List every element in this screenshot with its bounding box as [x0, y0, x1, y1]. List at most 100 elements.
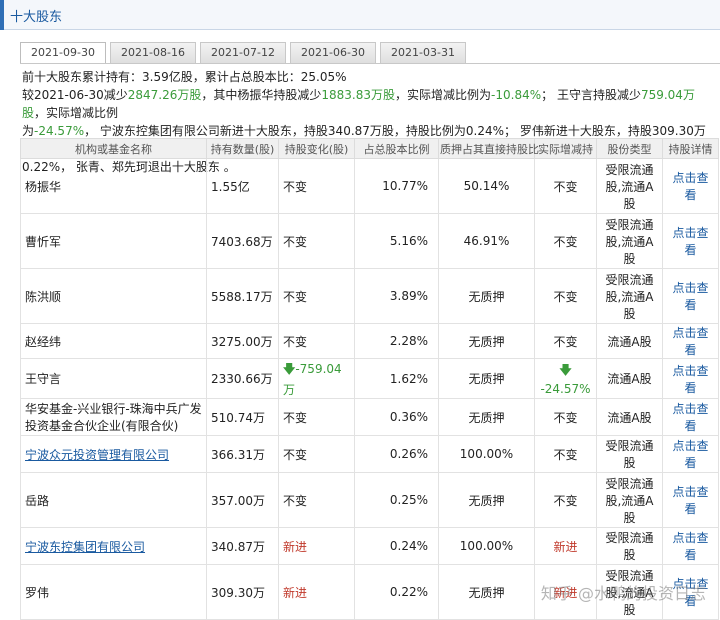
- cell-actual-value: -24.57%: [540, 382, 590, 396]
- cell-pct: 0.25%: [355, 473, 439, 528]
- summary-text-part: ，实际增减比例为: [395, 88, 491, 102]
- summary-text-part: 前十大股东累计持有：: [22, 70, 142, 84]
- cell-actual: 不变: [535, 269, 597, 324]
- cell-pct: 5.16%: [355, 214, 439, 269]
- cell-change: 不变: [279, 436, 355, 473]
- summary-value-green: -24.57%: [34, 124, 84, 138]
- cell-qty: 2330.66万: [207, 359, 279, 399]
- cell-change: 不变: [279, 324, 355, 359]
- detail-link[interactable]: 点击查看: [663, 269, 719, 324]
- cell-change: 不变: [279, 473, 355, 528]
- watermark-text: 知乎 @水鸭的投资日志: [541, 580, 706, 604]
- detail-link[interactable]: 点击查看: [663, 159, 719, 214]
- cell-pledge: 46.91%: [439, 214, 535, 269]
- summary-line-2: 较2021-06-30减少2847.26万股，其中杨振华持股减少1883.83万…: [22, 86, 718, 122]
- cell-actual: 不变: [535, 159, 597, 214]
- tab-2021-06-30[interactable]: 2021-06-30: [290, 42, 376, 64]
- detail-link[interactable]: 点击查看: [663, 436, 719, 473]
- cell-change: 不变: [279, 269, 355, 324]
- shareholders-table: 机构或基金名称 持有数量(股) 持股变化(股) 占总股本比例 质押占其直接持股比…: [20, 138, 719, 620]
- cell-actual: 新进: [535, 528, 597, 565]
- cell-type: 受限流通股,流通A股: [597, 269, 663, 324]
- summary-text-part: ，实际增减比例: [34, 106, 118, 120]
- cell-type: 流通A股: [597, 399, 663, 436]
- cell-change: 不变: [279, 159, 355, 214]
- tab-2021-08-16[interactable]: 2021-08-16: [110, 42, 196, 64]
- detail-link[interactable]: 点击查看: [663, 399, 719, 436]
- cell-pct: 0.22%: [355, 565, 439, 620]
- cell-pledge: 无质押: [439, 269, 535, 324]
- cell-qty: 1.55亿: [207, 159, 279, 214]
- cell-pct: 1.62%: [355, 359, 439, 399]
- cell-qty: 510.74万: [207, 399, 279, 436]
- cell-name: 杨振华: [21, 159, 207, 214]
- col-header-type: 股份类型: [597, 139, 663, 159]
- col-header-pct: 占总股本比例: [355, 139, 439, 159]
- cell-change: 新进: [279, 565, 355, 620]
- cell-name: 王守言: [21, 359, 207, 399]
- cell-type: 受限流通股,流通A股: [597, 159, 663, 214]
- cell-pct: 10.77%: [355, 159, 439, 214]
- table-row: 岳路 357.00万 不变 0.25% 无质押 不变 受限流通股,流通A股 点击…: [21, 473, 719, 528]
- company-link[interactable]: 宁波众元投资管理有限公司: [21, 436, 207, 473]
- cell-qty: 7403.68万: [207, 214, 279, 269]
- detail-link[interactable]: 点击查看: [663, 473, 719, 528]
- cell-change: 不变: [279, 399, 355, 436]
- arrow-down-icon: 🡇: [283, 362, 295, 376]
- table-row: 赵经纬 3275.00万 不变 2.28% 无质押 不变 流通A股 点击查看: [21, 324, 719, 359]
- cell-qty: 340.87万: [207, 528, 279, 565]
- tab-2021-03-31[interactable]: 2021-03-31: [380, 42, 466, 64]
- section-header: 十大股东: [0, 0, 720, 30]
- cell-pct: 2.28%: [355, 324, 439, 359]
- table-row: 曹忻军 7403.68万 不变 5.16% 46.91% 不变 受限流通股,流通…: [21, 214, 719, 269]
- cell-name: 岳路: [21, 473, 207, 528]
- table-row: 王守言 2330.66万 🡇-759.04万 1.62% 无质押 🡇 -24.5…: [21, 359, 719, 399]
- cell-name: 罗伟: [21, 565, 207, 620]
- cell-actual: 不变: [535, 399, 597, 436]
- cell-type: 流通A股: [597, 324, 663, 359]
- table-header-row: 机构或基金名称 持有数量(股) 持股变化(股) 占总股本比例 质押占其直接持股比…: [21, 139, 719, 159]
- cell-name: 曹忻军: [21, 214, 207, 269]
- company-link[interactable]: 宁波东控集团有限公司: [21, 528, 207, 565]
- cell-name: 陈洪顺: [21, 269, 207, 324]
- cell-type: 受限流通股: [597, 528, 663, 565]
- table-row: 宁波众元投资管理有限公司 366.31万 不变 0.26% 100.00% 不变…: [21, 436, 719, 473]
- detail-link[interactable]: 点击查看: [663, 214, 719, 269]
- cell-pledge: 50.14%: [439, 159, 535, 214]
- summary-text-part: ，其中杨振华持股减少: [201, 88, 321, 102]
- summary-value-green: 2847.26万股: [128, 88, 202, 102]
- tab-2021-09-30[interactable]: 2021-09-30: [20, 42, 106, 64]
- table-row: 宁波东控集团有限公司 340.87万 新进 0.24% 100.00% 新进 受…: [21, 528, 719, 565]
- col-header-change: 持股变化(股): [279, 139, 355, 159]
- cell-change: 🡇-759.04万: [279, 359, 355, 399]
- arrow-down-icon: 🡇: [559, 363, 571, 377]
- cell-name: 华安基金-兴业银行-珠海中兵广发投资基金合伙企业(有限合伙): [21, 399, 207, 436]
- date-tabs: 2021-09-30 2021-08-16 2021-07-12 2021-06…: [20, 42, 466, 64]
- cell-qty: 5588.17万: [207, 269, 279, 324]
- cell-pledge: 无质押: [439, 473, 535, 528]
- cell-pct: 3.89%: [355, 269, 439, 324]
- cell-pledge: 无质押: [439, 324, 535, 359]
- summary-text-part: 较2021-06-30减少: [22, 88, 128, 102]
- cell-pct: 0.26%: [355, 436, 439, 473]
- summary-value-green: 1883.83万股: [321, 88, 395, 102]
- detail-link[interactable]: 点击查看: [663, 528, 719, 565]
- cell-type: 流通A股: [597, 359, 663, 399]
- detail-link[interactable]: 点击查看: [663, 359, 719, 399]
- cell-pledge: 100.00%: [439, 528, 535, 565]
- cell-qty: 366.31万: [207, 436, 279, 473]
- cell-change: 不变: [279, 214, 355, 269]
- summary-value: 25.05%: [301, 70, 347, 84]
- cell-actual: 不变: [535, 324, 597, 359]
- summary-value: 3.59亿股: [142, 70, 193, 84]
- cell-type: 受限流通股,流通A股: [597, 214, 663, 269]
- cell-change: 新进: [279, 528, 355, 565]
- tab-2021-07-12[interactable]: 2021-07-12: [200, 42, 286, 64]
- section-title: 十大股东: [10, 6, 62, 25]
- detail-link[interactable]: 点击查看: [663, 324, 719, 359]
- cell-actual: 不变: [535, 436, 597, 473]
- col-header-detail: 持股详情: [663, 139, 719, 159]
- summary-text-part: 为: [22, 124, 34, 138]
- col-header-qty: 持有数量(股): [207, 139, 279, 159]
- cell-actual: 🡇 -24.57%: [535, 359, 597, 399]
